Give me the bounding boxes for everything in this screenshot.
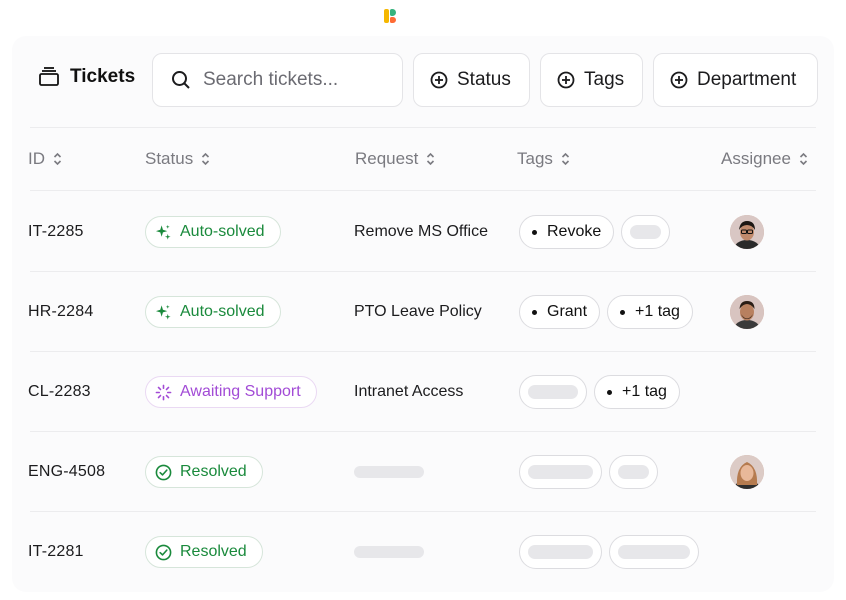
sort-icon (53, 152, 62, 166)
tag-chip[interactable]: Revoke (519, 215, 615, 249)
tags-cell: +1 tag (519, 352, 680, 432)
table-header: ID Status Request Tags Assignee (12, 128, 834, 190)
status-badge-label: Awaiting Support (180, 383, 301, 400)
avatar[interactable] (730, 215, 764, 249)
tags-cell (519, 512, 699, 592)
column-header-assignee[interactable]: Assignee (721, 128, 808, 190)
tag-chip-placeholder (519, 375, 587, 409)
request-title: Intranet Access (354, 383, 464, 400)
sort-icon (427, 152, 435, 166)
check-circle-icon (155, 544, 172, 560)
table-row[interactable]: ENG-4508 Resolved (12, 432, 834, 512)
tag-chip-placeholder (519, 455, 602, 489)
tags-cell: Grant +1 tag (519, 272, 693, 352)
column-header-id[interactable]: ID (28, 128, 62, 190)
check-circle-icon (155, 464, 172, 480)
plus-circle-icon (430, 71, 448, 89)
status-filter-label: Status (457, 69, 511, 90)
column-header-label: Assignee (721, 149, 791, 168)
avatar[interactable] (730, 295, 764, 329)
tag-chip-placeholder (609, 535, 699, 569)
search-placeholder: Search tickets... (203, 69, 339, 90)
column-header-label: Status (145, 149, 194, 168)
ticket-id: IT-2285 (28, 223, 84, 240)
column-header-tags[interactable]: Tags (517, 128, 570, 190)
status-badge-label: Resolved (180, 463, 247, 480)
status-badge: Resolved (145, 456, 263, 488)
status-badge: Auto-solved (145, 216, 281, 248)
tags-cell (519, 432, 658, 512)
plus-circle-icon (670, 71, 688, 89)
table-row[interactable]: CL-2283 Awaiting Support Intranet Access (12, 352, 834, 432)
tags-filter-button[interactable]: Tags (540, 53, 643, 107)
status-cell: Resolved (145, 512, 263, 592)
column-header-label: Tags (517, 149, 553, 168)
status-cell: Auto-solved (145, 192, 281, 272)
app-logo (384, 9, 398, 23)
column-header-request[interactable]: Request (355, 128, 435, 190)
spinner-icon (155, 384, 172, 400)
status-cell: Resolved (145, 432, 263, 512)
status-cell: Awaiting Support (145, 352, 317, 432)
search-input[interactable]: Search tickets... (152, 53, 403, 107)
request-placeholder (354, 432, 424, 512)
status-badge-label: Resolved (180, 543, 247, 560)
ticket-id: IT-2281 (28, 543, 84, 560)
status-badge: Awaiting Support (145, 376, 317, 408)
column-header-label: Request (355, 149, 419, 168)
divider (30, 190, 816, 191)
status-badge-label: Auto-solved (180, 223, 265, 240)
ticket-id: ENG-4508 (28, 463, 106, 480)
tag-label: Revoke (547, 223, 602, 240)
page-title: Tickets (38, 62, 135, 92)
column-header-label: ID (28, 149, 45, 168)
tag-chip-placeholder (609, 455, 658, 489)
table-row[interactable]: IT-2285 Auto-solved Remove MS Office Rev… (12, 192, 834, 272)
tag-label: Grant (547, 303, 588, 320)
tag-chip-placeholder (621, 215, 671, 249)
column-header-status[interactable]: Status (145, 128, 210, 190)
tags-filter-label: Tags (584, 69, 625, 90)
more-tags-chip[interactable]: +1 tag (607, 295, 693, 329)
table-row[interactable]: IT-2281 Resolved (12, 512, 834, 592)
table-row[interactable]: HR-2284 Auto-solved PTO Leave Policy Gra… (12, 272, 834, 352)
ticket-id: HR-2284 (28, 303, 94, 320)
more-tags-chip[interactable]: +1 tag (594, 375, 680, 409)
status-badge: Resolved (145, 536, 263, 568)
sparkle-icon (155, 304, 171, 320)
tag-chip-placeholder (519, 535, 602, 569)
page-title-text: Tickets (70, 66, 136, 87)
request-placeholder (354, 512, 424, 592)
plus-circle-icon (557, 71, 575, 89)
department-filter-label: Department (697, 69, 797, 90)
sort-icon (561, 152, 569, 166)
search-icon (172, 71, 190, 89)
assignee-cell (730, 192, 764, 272)
stacked-cards-icon (39, 67, 59, 86)
status-cell: Auto-solved (145, 272, 281, 352)
status-filter-button[interactable]: Status (413, 53, 530, 107)
tag-chip[interactable]: Grant (519, 295, 601, 329)
tag-label: +1 tag (622, 383, 667, 400)
tags-cell: Revoke (519, 192, 671, 272)
sparkle-icon (155, 224, 171, 240)
tag-label: +1 tag (635, 303, 680, 320)
avatar[interactable] (730, 455, 764, 489)
sort-icon (799, 152, 808, 166)
assignee-cell (730, 432, 764, 512)
request-title: Remove MS Office (354, 223, 488, 240)
request-title: PTO Leave Policy (354, 303, 482, 320)
department-filter-button[interactable]: Department (653, 53, 818, 107)
assignee-cell (730, 272, 764, 352)
status-badge-label: Auto-solved (180, 303, 265, 320)
sort-icon (202, 152, 210, 166)
toolbar: Tickets Search tickets... Status Tags De… (12, 36, 834, 126)
status-badge: Auto-solved (145, 296, 281, 328)
ticket-id: CL-2283 (28, 383, 91, 400)
tickets-panel: Tickets Search tickets... Status Tags De… (12, 36, 834, 592)
